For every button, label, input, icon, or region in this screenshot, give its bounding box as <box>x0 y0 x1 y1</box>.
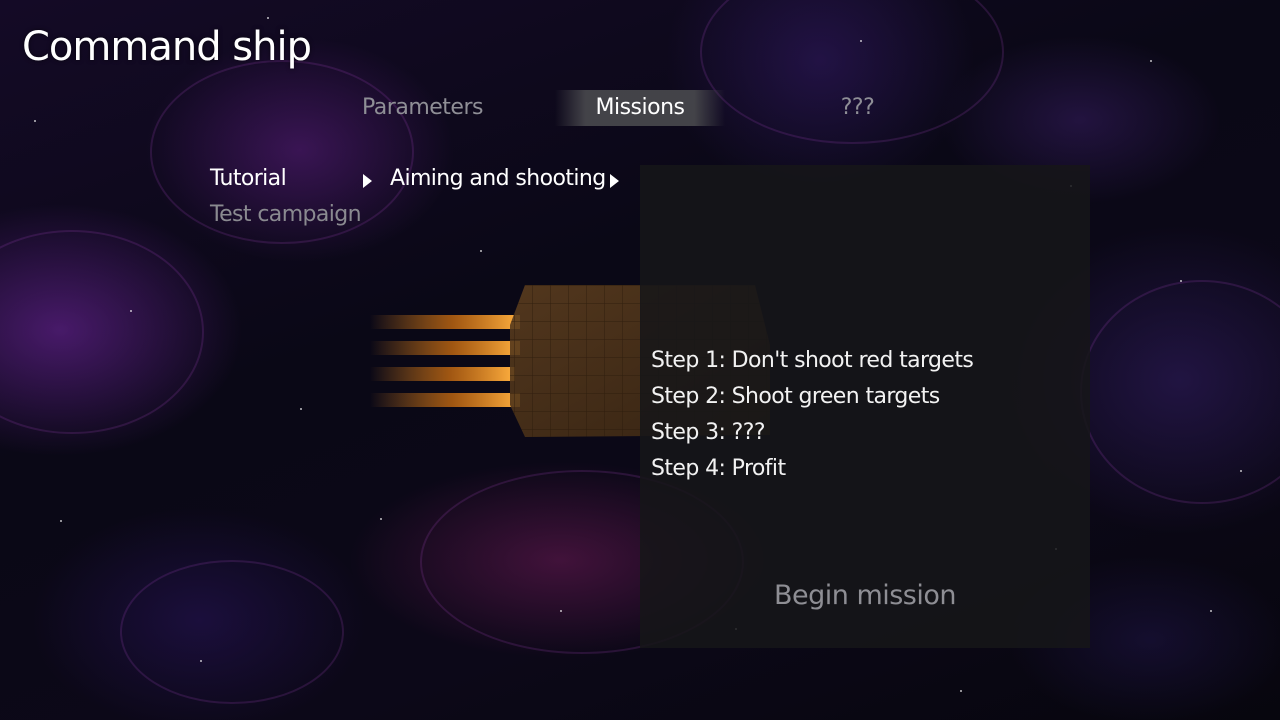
nebula-swirl <box>120 560 344 704</box>
star <box>300 408 302 410</box>
begin-mission-button[interactable]: Begin mission <box>640 574 1090 618</box>
mission-step: Step 1: Don't shoot red targets <box>651 348 974 373</box>
star <box>200 660 202 662</box>
star <box>1180 280 1182 282</box>
star <box>860 40 862 42</box>
page-title: Command ship <box>22 24 312 70</box>
mission-steps-list: Step 1: Don't shoot red targets Step 2: … <box>651 343 974 487</box>
game-screen: Command ship Parameters Missions ??? Tut… <box>0 0 1280 720</box>
star <box>560 610 562 612</box>
campaign-item-test-campaign[interactable]: Test campaign <box>210 202 362 227</box>
star <box>34 120 36 122</box>
star <box>1240 470 1242 472</box>
tab-parameters[interactable]: Parameters <box>330 90 515 126</box>
nebula-swirl <box>0 230 204 434</box>
campaign-item-tutorial[interactable]: Tutorial <box>210 166 287 191</box>
star <box>267 17 269 19</box>
star <box>380 518 382 520</box>
star <box>960 690 962 692</box>
star <box>480 250 482 252</box>
star <box>1210 610 1212 612</box>
tab-missions[interactable]: Missions <box>555 90 725 126</box>
thruster-flames <box>370 315 520 407</box>
nebula-swirl <box>1080 280 1280 504</box>
star <box>130 310 132 312</box>
tab-unknown[interactable]: ??? <box>790 90 925 126</box>
star <box>1150 60 1152 62</box>
mission-step: Step 4: Profit <box>651 456 786 481</box>
mission-item-aiming-and-shooting[interactable]: Aiming and shooting <box>390 166 606 191</box>
mission-step: Step 2: Shoot green targets <box>651 384 940 409</box>
star <box>60 520 62 522</box>
expand-arrow-icon <box>610 174 619 188</box>
expand-arrow-icon <box>363 174 372 188</box>
mission-step: Step 3: ??? <box>651 420 766 445</box>
